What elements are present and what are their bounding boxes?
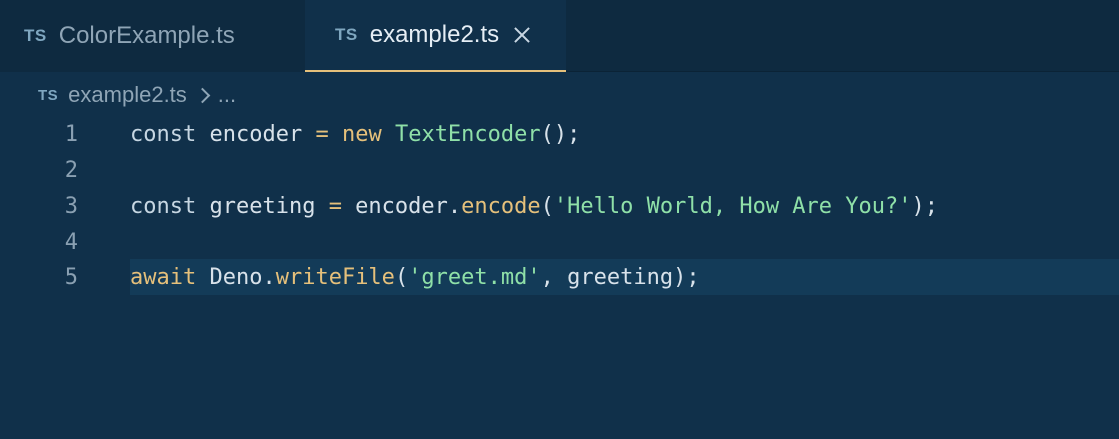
code-token: greeting [196, 193, 329, 219]
code-token: ); [911, 193, 939, 219]
breadcrumb-file[interactable]: example2.ts [68, 82, 187, 108]
typescript-file-icon: TS [24, 26, 47, 45]
code-token: await [130, 264, 197, 290]
code-token: encoder. [341, 193, 462, 219]
code-token: 'Hello World, How Are You?' [553, 193, 912, 219]
breadcrumb-ellipsis[interactable]: ... [218, 82, 236, 108]
code-line[interactable]: 3 const greeting = encoder. encode('Hello… [0, 188, 1119, 224]
tab-bar: TS ColorExample.ts TS example2.ts [0, 0, 1119, 72]
code-line-current[interactable]: 5 await Deno. writeFile('greet.md', greet… [0, 259, 1119, 295]
code-token: const [130, 121, 197, 147]
code-token: = [328, 193, 342, 219]
code-token: new [341, 121, 382, 147]
line-number: 4 [64, 229, 78, 255]
chevron-right-icon [194, 87, 211, 103]
line-number: 1 [64, 121, 78, 147]
tab-label: example2.ts [369, 21, 500, 48]
code-token: (); [540, 121, 581, 147]
code-token: ( [394, 264, 409, 290]
tab-label: ColorExample.ts [58, 22, 235, 49]
tab-colorexample[interactable]: TS ColorExample.ts [0, 0, 305, 72]
line-number: 2 [64, 157, 78, 183]
line-code[interactable]: const encoder = new TextEncoder (); [130, 116, 1119, 152]
code-token: Deno. [196, 264, 276, 290]
code-token: encode [461, 193, 541, 219]
code-token: TextEncoder [394, 121, 541, 147]
line-number: 5 [64, 264, 78, 290]
line-code[interactable] [130, 224, 1119, 260]
line-code[interactable]: const greeting = encoder. encode('Hello W… [130, 188, 1119, 224]
typescript-file-icon: TS [335, 25, 358, 44]
code-line[interactable]: 4 [0, 224, 1119, 260]
code-line[interactable]: 1 const encoder = new TextEncoder (); [0, 116, 1119, 152]
code-token: writeFile [275, 264, 395, 290]
tab-example2[interactable]: TS example2.ts [305, 0, 566, 72]
line-number: 3 [64, 193, 78, 219]
code-line[interactable]: 2 [0, 152, 1119, 188]
code-token: encoder [196, 121, 316, 147]
line-code[interactable]: await Deno. writeFile('greet.md', greetin… [130, 259, 1119, 295]
code-token: 'greet.md' [408, 264, 541, 290]
code-token: = [315, 121, 329, 147]
code-token: const [130, 193, 197, 219]
typescript-file-icon: TS [38, 86, 59, 104]
close-icon[interactable] [513, 26, 531, 44]
code-editor[interactable]: 1 const encoder = new TextEncoder (); 2 3… [0, 114, 1119, 439]
code-token: ( [540, 193, 554, 219]
line-code[interactable] [130, 152, 1119, 188]
breadcrumb: TS example2.ts ... [38, 80, 236, 110]
code-token: , greeting); [540, 264, 700, 290]
